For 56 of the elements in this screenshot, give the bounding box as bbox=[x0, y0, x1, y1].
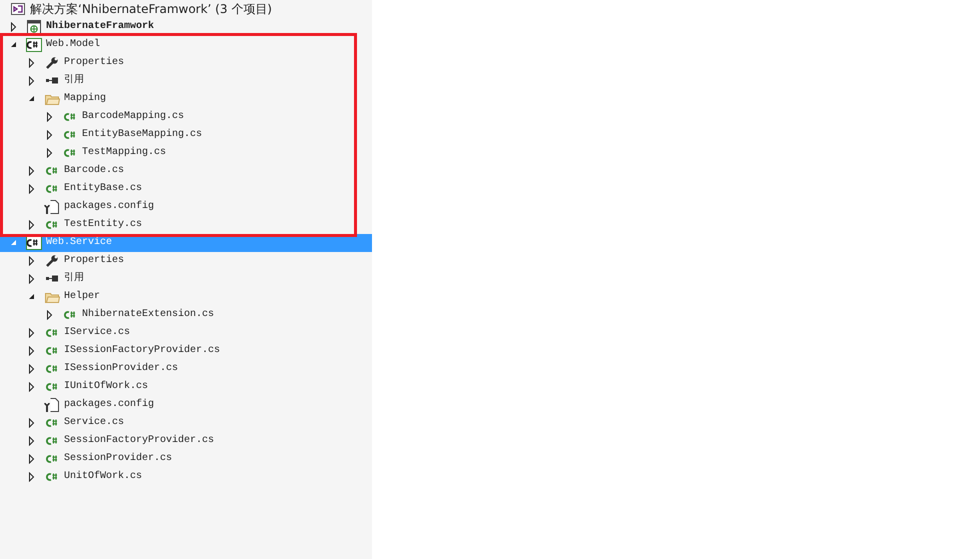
tree-item-label[interactable]: NhibernateFramwork bbox=[46, 18, 154, 36]
tree-item-label[interactable]: IUnitOfWork.cs bbox=[64, 378, 148, 396]
wrench-icon bbox=[44, 253, 60, 269]
expand-arrow-icon[interactable] bbox=[26, 256, 36, 266]
tree-item-label[interactable]: NhibernateExtension.cs bbox=[82, 306, 214, 324]
expand-arrow-icon[interactable] bbox=[26, 58, 36, 68]
tree-item-label[interactable]: Helper bbox=[64, 288, 100, 306]
tree-item-label[interactable]: ISessionFactoryProvider.cs bbox=[64, 342, 220, 360]
expand-arrow-icon[interactable] bbox=[26, 76, 36, 86]
tree-item-label[interactable]: UnitOfWork.cs bbox=[64, 468, 142, 486]
tree-item-label[interactable]: 引用 bbox=[64, 72, 84, 90]
tree-item-label[interactable]: Web.Model bbox=[46, 36, 100, 54]
expand-arrow-icon[interactable] bbox=[44, 130, 54, 140]
tree-item-label[interactable]: SessionProvider.cs bbox=[64, 450, 172, 468]
expand-arrow-icon[interactable] bbox=[26, 274, 36, 284]
tree-item-label[interactable]: Service.cs bbox=[64, 414, 124, 432]
web-project-icon bbox=[26, 19, 42, 35]
code-project-icon bbox=[26, 235, 42, 251]
tree-item-label[interactable]: Mapping bbox=[64, 90, 106, 108]
config-file-icon bbox=[44, 397, 60, 413]
expand-arrow-icon[interactable] bbox=[26, 418, 36, 428]
tree-item-label[interactable]: packages.config bbox=[64, 198, 154, 216]
tree-item-label[interactable]: IService.cs bbox=[64, 324, 130, 342]
collapse-arrow-icon[interactable] bbox=[8, 40, 18, 50]
tree-item-label[interactable]: Barcode.cs bbox=[64, 162, 124, 180]
tree-item-label[interactable]: TestEntity.cs bbox=[64, 216, 142, 234]
expand-arrow-icon[interactable] bbox=[26, 328, 36, 338]
expand-arrow-icon[interactable] bbox=[26, 436, 36, 446]
tree-item-label[interactable]: SessionFactoryProvider.cs bbox=[64, 432, 214, 450]
expand-arrow-icon[interactable] bbox=[26, 382, 36, 392]
tree-item-label[interactable]: BarcodeMapping.cs bbox=[82, 108, 184, 126]
expand-arrow-icon[interactable] bbox=[26, 166, 36, 176]
wrench-icon bbox=[44, 55, 60, 71]
expand-arrow-icon[interactable] bbox=[44, 310, 54, 320]
tree-item-label[interactable]: packages.config bbox=[64, 396, 154, 414]
tree-item-label[interactable]: Properties bbox=[64, 54, 124, 72]
code-project-icon bbox=[26, 37, 42, 53]
expand-arrow-icon[interactable] bbox=[8, 22, 18, 32]
expand-arrow-icon[interactable] bbox=[26, 346, 36, 356]
expand-arrow-icon[interactable] bbox=[26, 220, 36, 230]
tree-item-label[interactable]: 解决方案‘NhibernateFramwork’ (3 个项目) bbox=[30, 0, 272, 18]
tree-item-label[interactable]: EntityBaseMapping.cs bbox=[82, 126, 202, 144]
tree-item-label[interactable]: ISessionProvider.cs bbox=[64, 360, 178, 378]
collapse-arrow-icon[interactable] bbox=[26, 292, 36, 302]
collapse-arrow-icon[interactable] bbox=[26, 94, 36, 104]
tree-item-label[interactable]: Properties bbox=[64, 252, 124, 270]
config-file-icon bbox=[44, 199, 60, 215]
expand-arrow-icon[interactable] bbox=[26, 184, 36, 194]
tree-item-label[interactable]: 引用 bbox=[64, 270, 84, 288]
tree-item-label[interactable]: EntityBase.cs bbox=[64, 180, 142, 198]
expand-arrow-icon[interactable] bbox=[26, 454, 36, 464]
tree-item-label[interactable]: TestMapping.cs bbox=[82, 144, 166, 162]
expand-arrow-icon[interactable] bbox=[44, 148, 54, 158]
expand-arrow-icon[interactable] bbox=[26, 472, 36, 482]
expand-arrow-icon[interactable] bbox=[26, 364, 36, 374]
expand-arrow-icon[interactable] bbox=[44, 112, 54, 122]
